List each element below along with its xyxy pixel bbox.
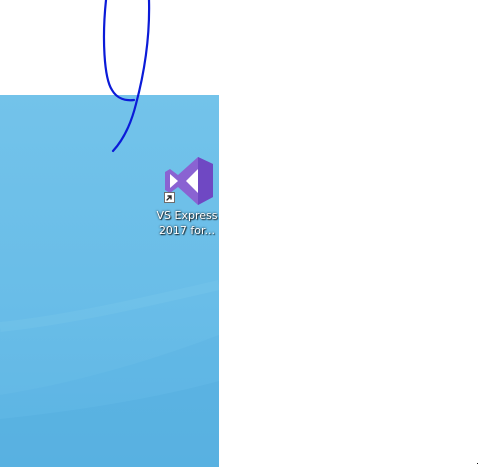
shortcut-label: VS Express 2017 for... xyxy=(154,208,219,238)
shortcut-arrow-icon xyxy=(164,192,175,203)
annotation-dot xyxy=(477,463,478,464)
vs-express-shortcut[interactable]: VS Express 2017 for... xyxy=(154,155,219,241)
desktop-background[interactable]: VS Express 2017 for... xyxy=(0,95,219,467)
shortcut-label-line-1: VS Express xyxy=(156,209,218,222)
screen: VS Express 2017 for... xyxy=(0,0,479,467)
shortcut-label-line-2: 2017 for... xyxy=(158,224,216,237)
desktop-wallpaper-art xyxy=(0,280,219,467)
